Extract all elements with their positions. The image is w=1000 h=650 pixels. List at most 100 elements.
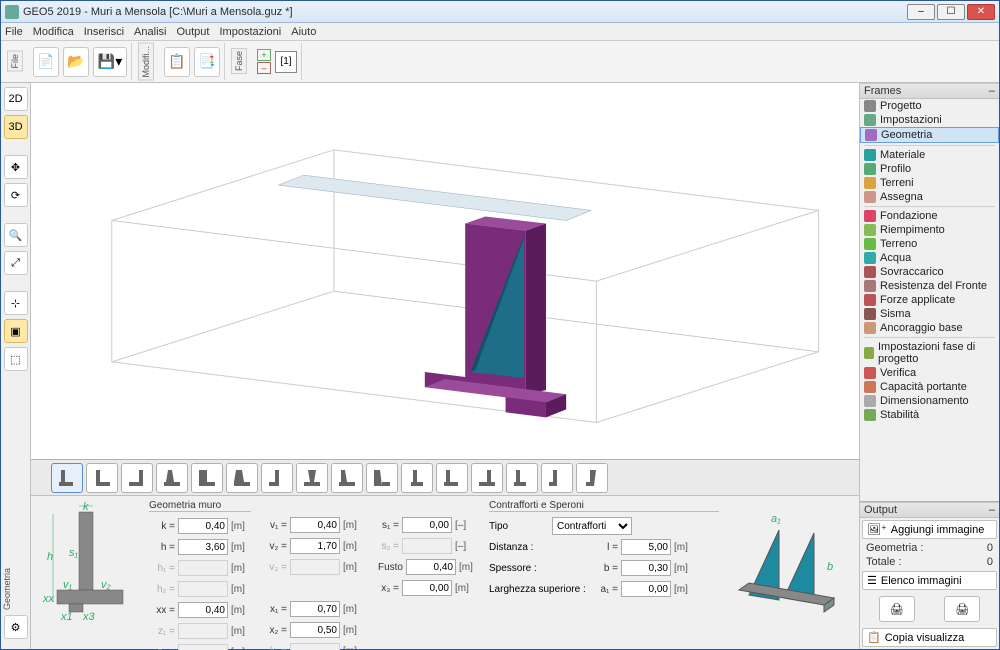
copy-button[interactable]: 📋: [164, 47, 190, 77]
input-fusto[interactable]: [406, 559, 456, 575]
frame-item-forze-applicate[interactable]: Forze applicate: [860, 293, 999, 307]
fit-button[interactable]: ⤢: [4, 251, 28, 275]
input-v1[interactable]: [290, 517, 340, 533]
frame-label: Stabilità: [880, 409, 919, 421]
wire-view-button[interactable]: ⬚: [4, 347, 28, 371]
axis-button[interactable]: ⊹: [4, 291, 28, 315]
frame-item-terreni[interactable]: Terreni: [860, 176, 999, 190]
frame-item-acqua[interactable]: Acqua: [860, 251, 999, 265]
shape-tab-2[interactable]: [86, 463, 118, 493]
open-file-button[interactable]: 📂: [63, 47, 89, 77]
menu-aiuto[interactable]: Aiuto: [291, 26, 316, 38]
input-a1[interactable]: [621, 581, 671, 597]
input-s1[interactable]: [402, 517, 452, 533]
input-v2[interactable]: [290, 538, 340, 554]
paste-button[interactable]: 📑: [194, 47, 220, 77]
input-x2[interactable]: [290, 622, 340, 638]
menu-analisi[interactable]: Analisi: [134, 26, 166, 38]
frame-item-profilo[interactable]: Profilo: [860, 162, 999, 176]
maximize-button[interactable]: ☐: [937, 4, 965, 20]
phase-1-tab[interactable]: [1]: [275, 51, 297, 73]
geometry-fields-col3: s₁ =[–] s₂ =[–] Fusto[m] x₃ =[m]: [373, 500, 479, 650]
shape-tab-1[interactable]: [51, 463, 83, 493]
shape-tab-4[interactable]: [156, 463, 188, 493]
view-2d-button[interactable]: 2D: [4, 87, 28, 111]
collapse-icon[interactable]: –: [989, 504, 995, 516]
menu-impostazioni[interactable]: Impostazioni: [219, 26, 281, 38]
input-x1[interactable]: [290, 601, 340, 617]
shape-tab-11[interactable]: [401, 463, 433, 493]
frame-item-dimensionamento[interactable]: Dimensionamento: [860, 394, 999, 408]
shape-tab-14[interactable]: [506, 463, 538, 493]
frame-item-capacità-portante[interactable]: Capacità portante: [860, 380, 999, 394]
frame-icon: [864, 210, 876, 222]
input-x3[interactable]: [402, 580, 452, 596]
frame-item-progetto[interactable]: Progetto: [860, 99, 999, 113]
frame-item-materiale[interactable]: Materiale: [860, 148, 999, 162]
input-k[interactable]: [178, 518, 228, 534]
remove-phase-button[interactable]: –: [257, 62, 271, 74]
input-xx[interactable]: [178, 602, 228, 618]
input-h1: [178, 560, 228, 576]
shape-tab-10[interactable]: [366, 463, 398, 493]
print-color-button[interactable]: 🖨: [944, 596, 980, 622]
shape-tab-8[interactable]: [296, 463, 328, 493]
shape-tab-3[interactable]: [121, 463, 153, 493]
image-list-button[interactable]: ☰Elenco immagini: [862, 571, 997, 590]
menu-file[interactable]: File: [5, 26, 23, 38]
frame-item-stabilità[interactable]: Stabilità: [860, 408, 999, 422]
view-3d-button[interactable]: 3D: [4, 115, 28, 139]
pan-button[interactable]: ✥: [4, 155, 28, 179]
add-phase-button[interactable]: +: [257, 49, 271, 61]
frame-item-sisma[interactable]: Sisma: [860, 307, 999, 321]
shape-tab-13[interactable]: [471, 463, 503, 493]
menubar: File Modifica Inserisci Analisi Output I…: [1, 23, 999, 41]
shape-tab-16[interactable]: [576, 463, 608, 493]
frame-item-impostazioni-fase-di-progetto[interactable]: Impostazioni fase di progetto: [860, 340, 999, 366]
frame-item-fondazione[interactable]: Fondazione: [860, 209, 999, 223]
new-file-button[interactable]: 📄: [33, 47, 59, 77]
side-tab-geometria[interactable]: Geometria: [2, 568, 12, 610]
frame-item-sovraccarico[interactable]: Sovraccarico: [860, 265, 999, 279]
shape-tab-6[interactable]: [226, 463, 258, 493]
frame-item-assegna[interactable]: Assegna: [860, 190, 999, 204]
menu-output[interactable]: Output: [176, 26, 209, 38]
frame-item-resistenza-del-fronte[interactable]: Resistenza del Fronte: [860, 279, 999, 293]
frame-item-terreno[interactable]: Terreno: [860, 237, 999, 251]
input-b[interactable]: [621, 560, 671, 576]
buttress-diagram: a₁bl: [729, 500, 849, 650]
frame-item-riempimento[interactable]: Riempimento: [860, 223, 999, 237]
viewport-3d[interactable]: [31, 83, 859, 459]
frame-label: Progetto: [880, 100, 922, 112]
shape-tab-15[interactable]: [541, 463, 573, 493]
shape-tab-12[interactable]: [436, 463, 468, 493]
minimize-button[interactable]: –: [907, 4, 935, 20]
frame-item-ancoraggio-base[interactable]: Ancoraggio base: [860, 321, 999, 335]
frame-label: Ancoraggio base: [880, 322, 963, 334]
copy-view-button[interactable]: 📋Copia visualizza: [862, 628, 997, 647]
close-button[interactable]: ✕: [967, 4, 995, 20]
shape-tab-9[interactable]: [331, 463, 363, 493]
buttress-fields: Contrafforti e Speroni Tipo Contrafforti…: [489, 500, 719, 650]
frame-item-geometria[interactable]: Geometria: [860, 127, 999, 143]
menu-inserisci[interactable]: Inserisci: [84, 26, 124, 38]
input-l[interactable]: [621, 539, 671, 555]
frame-label: Terreni: [880, 177, 914, 189]
rotate-button[interactable]: ⟳: [4, 183, 28, 207]
input-h[interactable]: [178, 539, 228, 555]
shape-tab-5[interactable]: [191, 463, 223, 493]
add-image-button[interactable]: 🖼⁺Aggiungi immagine: [862, 520, 997, 539]
image-plus-icon: 🖼⁺: [867, 523, 887, 536]
zoom-button[interactable]: 🔍: [4, 223, 28, 247]
frame-item-impostazioni[interactable]: Impostazioni: [860, 113, 999, 127]
save-file-button[interactable]: 💾▾: [93, 47, 127, 77]
collapse-icon[interactable]: –: [989, 85, 995, 97]
frame-item-verifica[interactable]: Verifica: [860, 366, 999, 380]
settings-button[interactable]: ⚙: [4, 615, 28, 639]
frame-label: Geometria: [881, 129, 932, 141]
solid-view-button[interactable]: ▣: [4, 319, 28, 343]
shape-tab-7[interactable]: [261, 463, 293, 493]
menu-modifica[interactable]: Modifica: [33, 26, 74, 38]
print-button[interactable]: 🖨: [879, 596, 915, 622]
combo-tipo[interactable]: Contrafforti: [552, 517, 632, 535]
